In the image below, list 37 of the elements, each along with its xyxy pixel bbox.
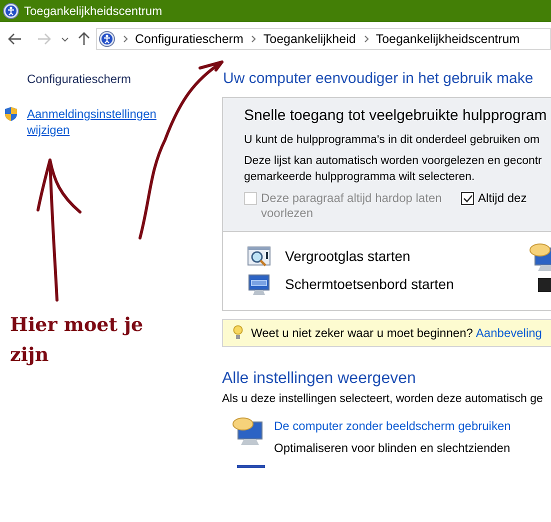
panel-title: Snelle toegang tot veelgebruikte hulpprogram (244, 106, 548, 126)
panel-text: Deze lijst kan automatisch worden voorgelezen en gecontr gemarkeerde hulpprogramma wilt selecteren. (244, 154, 543, 184)
breadcrumb-item[interactable]: Toegankelijkheidscentrum (376, 30, 520, 48)
accessibility-icon (3, 3, 19, 19)
recommendations-link[interactable]: Aanbeveling (476, 324, 542, 342)
window-title: Toegankelijkheidscentrum (24, 3, 162, 20)
tool-button[interactable]: Schermtoetsenbord starten (247, 274, 454, 296)
section-text: Als u deze instellingen selecteert, worden deze automatisch ge (222, 392, 544, 406)
check-icon (462, 194, 472, 202)
up-arrow-icon (78, 32, 90, 46)
annotation-text: Hier moet je zijn (10, 313, 144, 368)
section-heading: Alle instellingen weergeven (222, 368, 417, 388)
accessibility-icon (99, 31, 115, 47)
forward-arrow-icon (37, 33, 51, 45)
square-icon (538, 278, 551, 292)
magnifier-window-icon (247, 246, 271, 268)
setting-description: Optimaliseren voor blinden en slechtzienden (274, 440, 511, 457)
chevron-icon (123, 35, 128, 43)
panel-text: U kunt de hulpprogramma's in dit onderdeel gebruiken om (244, 132, 541, 148)
chevron-icon (364, 35, 369, 43)
setting-link[interactable]: De computer zonder beeldscherm gebruiken (274, 416, 511, 435)
tool-button[interactable]: Vergrootglas starten (247, 246, 410, 268)
breadcrumb-item[interactable]: Configuratiescherm (135, 30, 244, 48)
address-bar[interactable]: Configuratiescherm Toegankelijkheid Toegankelijkheidscentrum (96, 28, 551, 50)
sign-in-settings-link[interactable]: Aanmeldingsinstellingen wijzigen (27, 106, 177, 138)
breadcrumb-item[interactable]: Toegankelijkheid (263, 30, 356, 48)
page-heading: Uw computer eenvoudiger in het gebruik make (222, 69, 534, 89)
control-panel-link[interactable]: Configuratiescherm (27, 70, 222, 88)
caret-icon (61, 36, 69, 42)
speech-monitor-icon (232, 416, 264, 446)
tip-text: Weet u niet zeker waar u moet beginnen? (251, 324, 473, 342)
read-aloud-checkbox[interactable]: Altijd dez (461, 190, 551, 206)
speech-monitor-icon (529, 242, 551, 272)
lightbulb-icon (233, 325, 243, 340)
chevron-icon (251, 35, 256, 43)
keyboard-monitor-icon (247, 274, 271, 296)
back-arrow-icon (8, 33, 22, 45)
